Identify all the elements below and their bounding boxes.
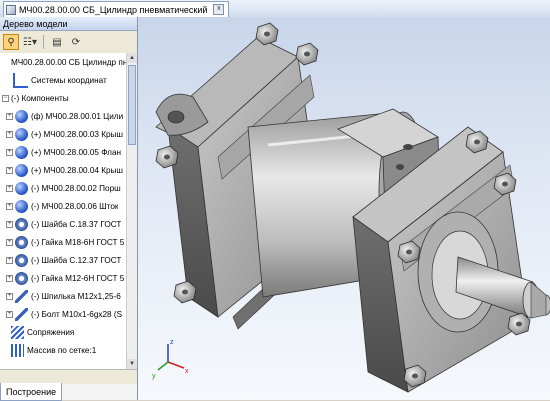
expand-icon[interactable]: + — [6, 256, 13, 264]
tree-item-label: Массив по сетке:1 — [27, 345, 97, 355]
model-tree-panel: Дерево модели ⚲ ☷▾ ▤ ⟳ МЧ00.28.00.00 СБ … — [0, 17, 138, 400]
y-axis — [157, 361, 169, 371]
tree-item-label: Системы координат — [31, 75, 107, 85]
tree-item[interactable]: МЧ00.28.00.00 СБ Цилиндр пневм — [0, 53, 126, 71]
tree-item-label: (-) МЧ00.28.00.06 Шток — [31, 201, 119, 211]
array-icon — [11, 343, 24, 357]
rebuild-icon[interactable]: ⟳ — [68, 34, 84, 50]
tree-view-icon[interactable]: ⚲ — [3, 34, 19, 50]
tree-item[interactable]: + (-) Гайка М12-6Н ГОСТ 5 — [0, 269, 126, 287]
tree-item-label: (+) МЧ00.28.00.04 Крыш — [31, 165, 123, 175]
nut-icon — [15, 271, 28, 285]
tree-item[interactable]: + (-) МЧ00.28.00.02 Порш — [0, 179, 126, 197]
tree-item[interactable]: + (-) Болт М10х1-6gх28 (S — [0, 305, 126, 323]
expand-icon[interactable]: + — [6, 148, 13, 156]
tree-item[interactable]: + (ф) МЧ00.28.00.01 Цили — [0, 107, 126, 125]
tab-construction[interactable]: Построение — [0, 383, 63, 401]
pneumatic-cylinder-model: z x y — [152, 22, 550, 393]
washer-icon — [15, 253, 28, 267]
expand-icon[interactable]: + — [6, 130, 13, 138]
x-axis-label: x — [185, 368, 189, 375]
close-icon[interactable]: x — [213, 4, 225, 15]
scroll-up-icon[interactable]: ▲ — [127, 53, 137, 63]
filter-icon[interactable]: ☷▾ — [22, 34, 38, 50]
tree-item[interactable]: + (-) Гайка М18-6Н ГОСТ 5 — [0, 233, 126, 251]
expand-icon[interactable]: + — [6, 202, 13, 210]
orientation-triad: z x y — [152, 339, 189, 380]
y-axis-label: y — [152, 373, 156, 380]
tree-item[interactable]: Сопряжения — [0, 323, 126, 341]
x-axis — [167, 361, 185, 369]
stud-icon — [15, 289, 28, 303]
part-icon — [15, 163, 28, 177]
z-axis-label: z — [170, 339, 174, 346]
mate-icon — [11, 325, 24, 339]
panel-header: Дерево модели — [0, 17, 137, 31]
tree-item[interactable]: + (-) Шайба С.12.37 ГОСТ — [0, 251, 126, 269]
part-icon — [15, 199, 28, 213]
tree-item-label: (-) Шпилька М12х1,25-6 — [31, 291, 121, 301]
tree-item-label: МЧ00.28.00.00 СБ Цилиндр пневм — [11, 57, 126, 67]
tree-item[interactable]: + (+) МЧ00.28.00.05 Флан — [0, 143, 126, 161]
washer-icon — [15, 217, 28, 231]
tree-item[interactable]: Массив по сетке:1 — [0, 341, 126, 359]
tree-item-label: (-) Шайба С.12.37 ГОСТ — [31, 255, 122, 265]
scroll-down-icon[interactable]: ▼ — [127, 359, 137, 369]
nut-icon — [15, 235, 28, 249]
panel-title: Дерево модели — [3, 18, 68, 29]
part-icon — [15, 127, 28, 141]
expand-icon[interactable]: + — [6, 166, 13, 174]
document-tab[interactable]: МЧ00.28.00.00 СБ_Цилиндр пневматический … — [3, 1, 230, 17]
tree-item[interactable]: + (-) Шпилька М12х1,25-6 — [0, 287, 126, 305]
model-tree[interactable]: МЧ00.28.00.00 СБ Цилиндр пневм Системы ко… — [0, 53, 126, 369]
expand-icon[interactable]: + — [6, 220, 13, 228]
properties-icon[interactable]: ▤ — [49, 34, 65, 50]
expand-icon[interactable]: + — [6, 112, 13, 120]
part-icon — [15, 145, 28, 159]
coordinate-system-icon — [13, 72, 28, 88]
expand-icon[interactable]: + — [6, 184, 13, 192]
tree-item[interactable]: + (-) Шайба С.18.37 ГОСТ — [0, 215, 126, 233]
tree-item-label: (+) МЧ00.28.00.03 Крыш — [31, 129, 123, 139]
part-icon — [15, 181, 28, 195]
tree-item-label: (-) Гайка М12-6Н ГОСТ 5 — [31, 273, 125, 283]
tree-item[interactable]: + (-) МЧ00.28.00.06 Шток — [0, 197, 126, 215]
tree-item[interactable]: + (+) МЧ00.28.00.04 Крыш — [0, 161, 126, 179]
tree-item[interactable]: Системы координат — [0, 71, 126, 89]
tree-item-label: (ф) МЧ00.28.00.01 Цили — [31, 111, 124, 121]
tree-item-label: (-) Компоненты — [11, 93, 69, 103]
expand-icon[interactable]: + — [6, 274, 13, 282]
assembly-document-icon — [6, 4, 16, 15]
tree-item[interactable]: + (+) МЧ00.28.00.03 Крыш — [0, 125, 126, 143]
scroll-thumb[interactable] — [128, 65, 136, 145]
tree-item-label: (-) Шайба С.18.37 ГОСТ — [31, 219, 122, 229]
tree-item-label: Сопряжения — [27, 327, 75, 337]
expand-icon[interactable]: + — [6, 292, 13, 300]
tab-construction-label: Построение — [6, 386, 57, 397]
expand-icon[interactable]: + — [6, 310, 13, 318]
tree-item-label: (+) МЧ00.28.00.05 Флан — [31, 147, 122, 157]
panel-toolbar: ⚲ ☷▾ ▤ ⟳ — [0, 31, 137, 54]
toolbar-separator — [43, 35, 44, 49]
panel-bottom-bar — [0, 369, 137, 384]
tree-scrollbar[interactable]: ▲ ▼ — [126, 53, 137, 369]
bolt-icon — [15, 307, 28, 321]
tree-item[interactable]: − (-) Компоненты — [0, 89, 126, 107]
collapse-icon[interactable]: − — [2, 94, 9, 102]
tree-item-label: (-) Гайка М18-6Н ГОСТ 5 — [31, 237, 125, 247]
expand-icon[interactable]: + — [6, 238, 13, 246]
document-tab-strip: МЧ00.28.00.00 СБ_Цилиндр пневматический … — [0, 0, 550, 18]
tree-item-label: (-) МЧ00.28.00.02 Порш — [31, 183, 121, 193]
3d-viewport[interactable]: z x y — [138, 17, 550, 400]
part-icon — [15, 109, 28, 123]
tree-item-label: (-) Болт М10х1-6gх28 (S — [31, 309, 123, 319]
document-tab-title: МЧ00.28.00.00 СБ_Цилиндр пневматический — [19, 4, 208, 15]
